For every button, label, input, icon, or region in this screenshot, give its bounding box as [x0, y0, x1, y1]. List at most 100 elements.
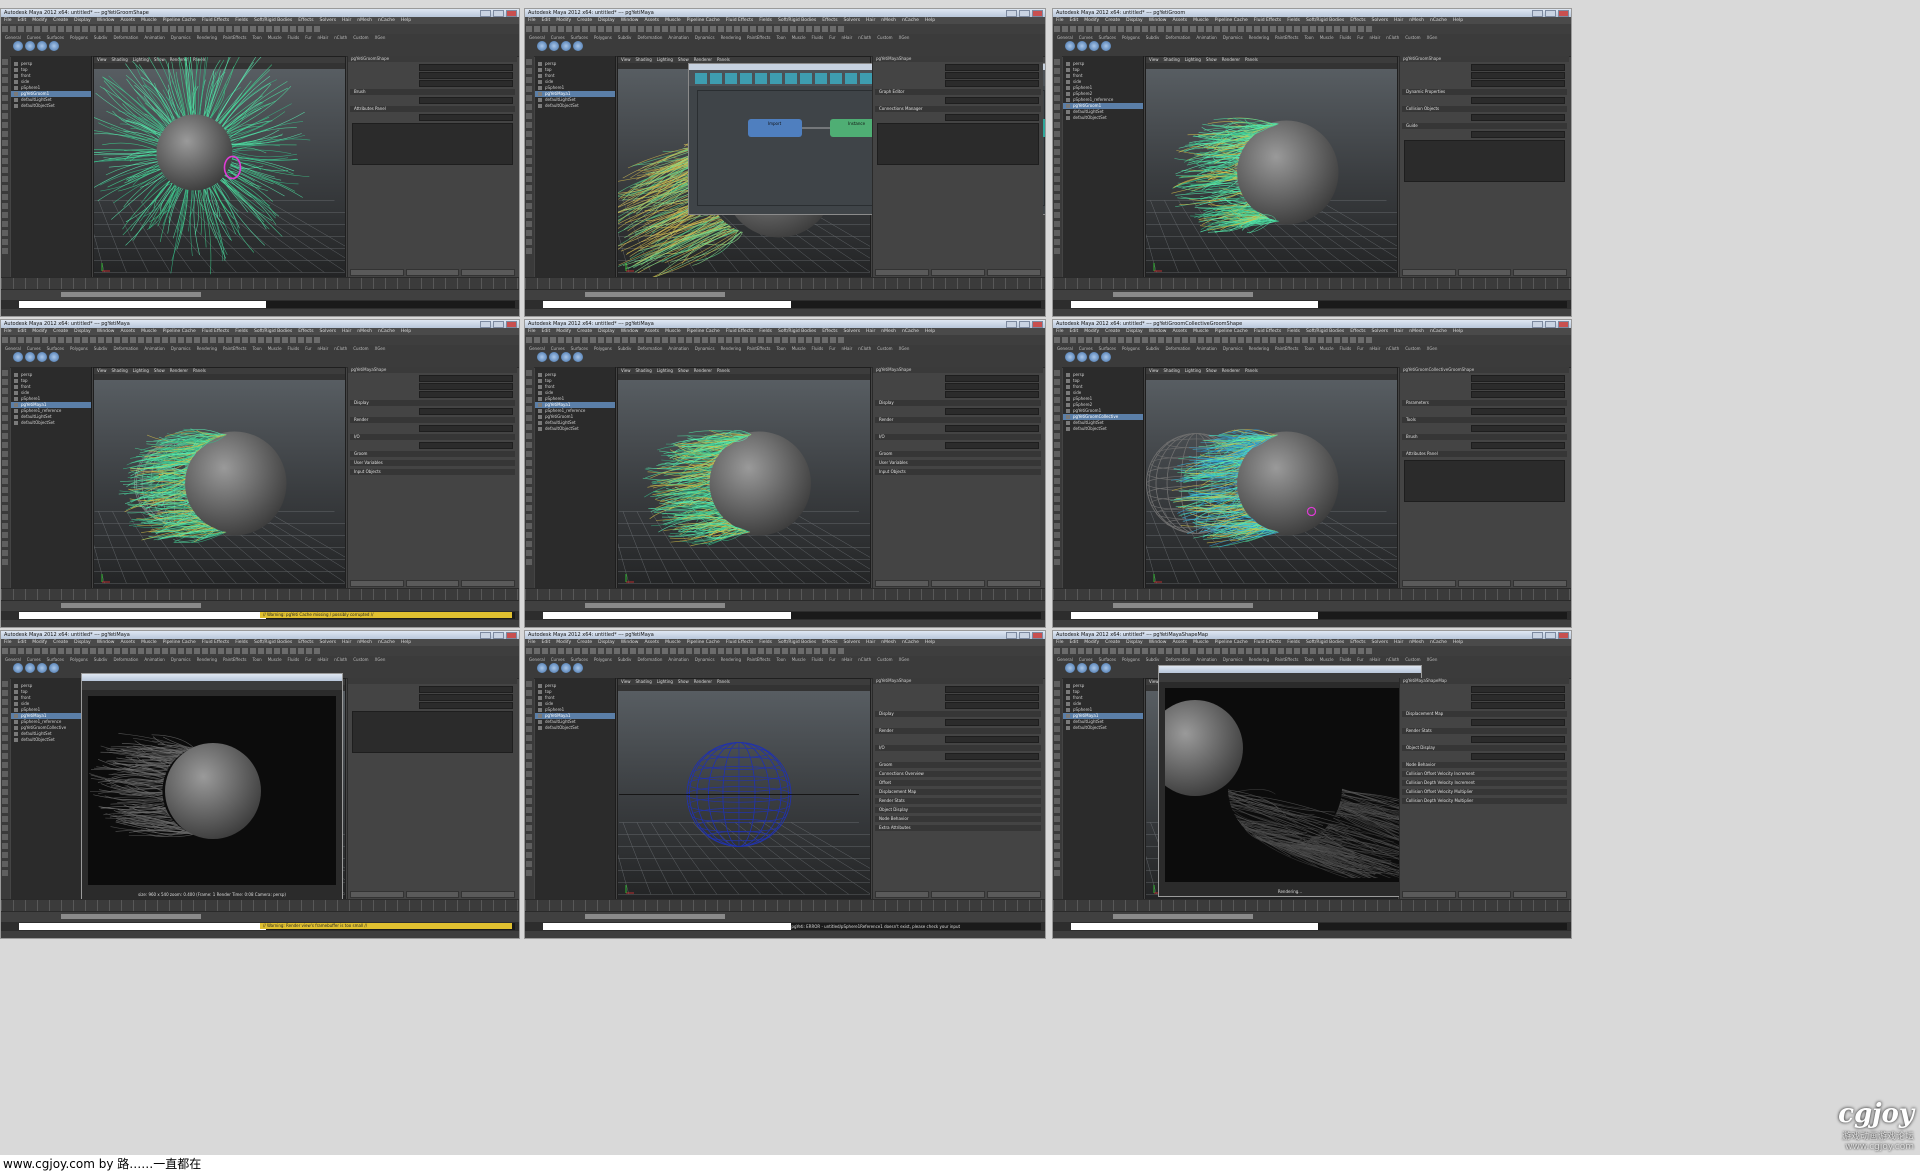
tool-icon[interactable] — [2, 194, 8, 200]
status-line-tool-icon[interactable] — [1182, 26, 1188, 32]
node-type-icon[interactable] — [754, 73, 767, 84]
menu-pipeline-cache[interactable]: Pipeline Cache — [1215, 640, 1248, 645]
status-line-tool-icon[interactable] — [550, 26, 556, 32]
status-line-tool-icon[interactable] — [774, 648, 780, 654]
load-attributes-button[interactable] — [405, 580, 460, 587]
shelf-tab-dynamics[interactable]: Dynamics — [695, 657, 715, 662]
load-attributes-button[interactable] — [931, 269, 985, 276]
status-line-tool-icon[interactable] — [598, 337, 604, 343]
shelf-tab-muscle[interactable]: Muscle — [1320, 346, 1334, 351]
menu-display[interactable]: Display — [74, 329, 91, 334]
status-line-tool-icon[interactable] — [282, 648, 288, 654]
menu-ncache[interactable]: nCache — [1430, 640, 1447, 645]
viewport-persp[interactable]: ViewShadingLightingShowRendererPanels — [93, 56, 346, 278]
status-line-tool-icon[interactable] — [822, 337, 828, 343]
shelf-tab-custom[interactable]: Custom — [877, 35, 892, 40]
menu-muscle[interactable]: Muscle — [665, 18, 681, 23]
tool-icon[interactable] — [1054, 140, 1060, 146]
tool-icon[interactable] — [1054, 185, 1060, 191]
menu-fields[interactable]: Fields — [759, 640, 772, 645]
shelf-tool-icon[interactable] — [573, 352, 583, 362]
status-line-tool-icon[interactable] — [550, 648, 556, 654]
status-line-tool-icon[interactable] — [1142, 648, 1148, 654]
menu-nmesh[interactable]: nMesh — [1409, 329, 1424, 334]
tool-icon[interactable] — [526, 699, 532, 705]
status-line-tool-icon[interactable] — [1102, 337, 1108, 343]
tool-icon[interactable] — [526, 212, 532, 218]
tool-icon[interactable] — [2, 681, 8, 687]
status-line-tool-icon[interactable] — [1206, 337, 1212, 343]
attribute-section[interactable]: Groom — [350, 451, 515, 457]
shelf-tab-curves[interactable]: Curves — [1079, 657, 1093, 662]
menu-create[interactable]: Create — [53, 329, 68, 334]
tool-icon[interactable] — [526, 131, 532, 137]
shelf-tab-subdiv[interactable]: Subdiv — [94, 657, 108, 662]
attribute-list-box[interactable] — [1404, 460, 1565, 502]
status-line-tool-icon[interactable] — [170, 337, 176, 343]
shelf-tab-curves[interactable]: Curves — [1079, 35, 1093, 40]
status-line-tool-icon[interactable] — [178, 337, 184, 343]
copy-tab-button[interactable] — [461, 891, 516, 898]
status-line-tool-icon[interactable] — [1286, 337, 1292, 343]
status-line-tool-icon[interactable] — [10, 648, 16, 654]
tool-icon[interactable] — [1054, 852, 1060, 858]
tool-icon[interactable] — [526, 113, 532, 119]
shelf-tab-fluids[interactable]: Fluids — [288, 346, 300, 351]
status-line-tool-icon[interactable] — [2, 648, 8, 654]
menu-assets[interactable]: Assets — [120, 18, 135, 23]
outliner-item[interactable]: defaultObjectSet — [1063, 725, 1143, 731]
status-line-tool-icon[interactable] — [574, 337, 580, 343]
menu-hair[interactable]: Hair — [342, 329, 351, 334]
menu-fields[interactable]: Fields — [1287, 329, 1300, 334]
menu-solvers[interactable]: Solvers — [844, 329, 861, 334]
status-line-tool-icon[interactable] — [614, 648, 620, 654]
status-line-tool-icon[interactable] — [1126, 648, 1132, 654]
shelf-tab-fluids[interactable]: Fluids — [288, 35, 300, 40]
tool-icon[interactable] — [526, 388, 532, 394]
menu-muscle[interactable]: Muscle — [665, 329, 681, 334]
shelf-tab-deformation[interactable]: Deformation — [637, 35, 662, 40]
shelf-tool-icon[interactable] — [49, 352, 59, 362]
menu-effects[interactable]: Effects — [298, 18, 313, 23]
tool-icon[interactable] — [2, 433, 8, 439]
menu-nmesh[interactable]: nMesh — [357, 329, 372, 334]
status-line-tool-icon[interactable] — [1142, 26, 1148, 32]
tool-icon[interactable] — [1054, 379, 1060, 385]
status-line-tool-icon[interactable] — [58, 26, 64, 32]
shelf-tool-icon[interactable] — [1077, 41, 1087, 51]
status-line-tool-icon[interactable] — [66, 648, 72, 654]
status-line-tool-icon[interactable] — [1262, 26, 1268, 32]
menu-effects[interactable]: Effects — [822, 640, 837, 645]
status-line-tool-icon[interactable] — [1158, 648, 1164, 654]
status-line-tool-icon[interactable] — [1326, 26, 1332, 32]
shelf-tab-toon[interactable]: Toon — [1305, 346, 1314, 351]
status-line-tool-icon[interactable] — [1110, 648, 1116, 654]
shelf-tab-ncloth[interactable]: nCloth — [334, 35, 347, 40]
minimize-button[interactable] — [1006, 10, 1017, 17]
status-line-tool-icon[interactable] — [798, 337, 804, 343]
menu-window[interactable]: Window — [621, 640, 639, 645]
status-line-tool-icon[interactable] — [526, 648, 532, 654]
attribute-field[interactable] — [1471, 752, 1565, 760]
status-line-tool-icon[interactable] — [1062, 26, 1068, 32]
menu-window[interactable]: Window — [97, 18, 115, 23]
shelf-tab-xgen[interactable]: XGen — [375, 657, 386, 662]
status-line-tool-icon[interactable] — [558, 26, 564, 32]
status-line-tool-icon[interactable] — [1214, 26, 1220, 32]
status-line-tool-icon[interactable] — [162, 337, 168, 343]
status-line-tool-icon[interactable] — [686, 26, 692, 32]
status-line-tool-icon[interactable] — [1350, 648, 1356, 654]
tool-icon[interactable] — [2, 505, 8, 511]
shelf-tab-deformation[interactable]: Deformation — [1165, 657, 1190, 662]
copy-tab-button[interactable] — [461, 269, 516, 276]
menu-muscle[interactable]: Muscle — [141, 640, 157, 645]
shelf-tab-nhair[interactable]: nHair — [1370, 346, 1381, 351]
shelf-tab-toon[interactable]: Toon — [253, 657, 262, 662]
tool-icon[interactable] — [1054, 406, 1060, 412]
shelf-tab-muscle[interactable]: Muscle — [792, 35, 806, 40]
minimize-button[interactable] — [1532, 10, 1543, 17]
status-line-tool-icon[interactable] — [742, 337, 748, 343]
attribute-section[interactable]: Groom — [875, 762, 1041, 768]
status-line-tool-icon[interactable] — [122, 648, 128, 654]
status-line-tool-icon[interactable] — [1118, 337, 1124, 343]
